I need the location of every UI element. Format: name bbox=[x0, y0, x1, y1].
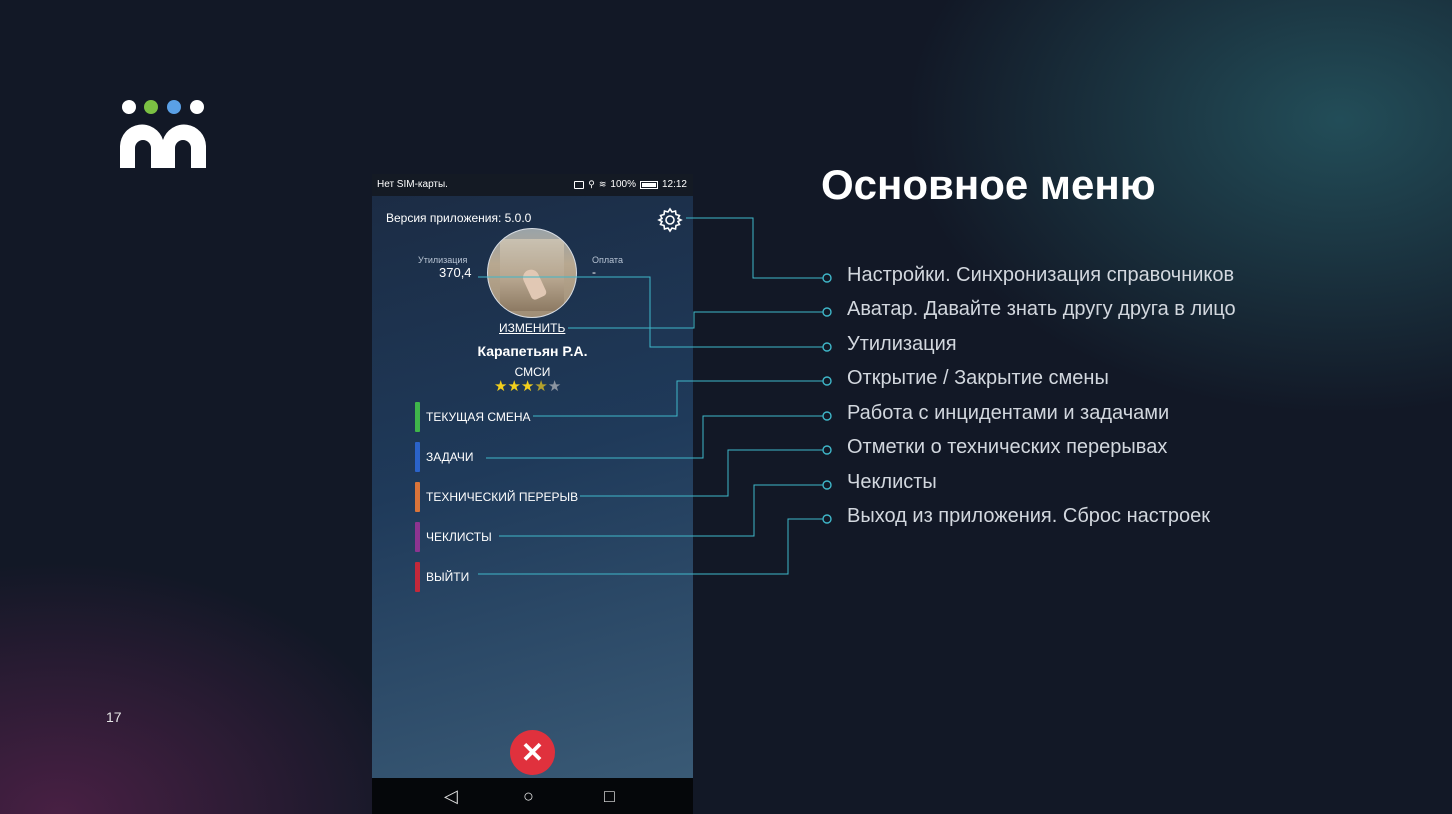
avatar[interactable] bbox=[487, 228, 577, 318]
menu-item-label: ТЕХНИЧЕСКИЙ ПЕРЕРЫВ bbox=[426, 490, 579, 504]
star-icon: ★ bbox=[547, 378, 562, 395]
menu-item-label: ТЕКУЩАЯ СМЕНА bbox=[426, 410, 531, 424]
wifi-icon: ≋ bbox=[598, 179, 607, 189]
change-avatar-link[interactable]: ИЗМЕНИТЬ bbox=[499, 321, 565, 335]
menu-item-current-shift[interactable]: ТЕКУЩАЯ СМЕНА bbox=[415, 402, 635, 432]
star-icon: ★ bbox=[494, 378, 508, 395]
android-navbar: ◁ ○ □ bbox=[372, 778, 693, 814]
status-bar: Нет SIM-карты. ⚲ ≋ 100% 12:12 bbox=[372, 174, 693, 196]
connector-dot bbox=[822, 445, 832, 455]
clock: 12:12 bbox=[661, 179, 687, 190]
callout-avatar: Аватар. Давайте знать другу друга в лицо bbox=[847, 298, 1236, 320]
user-name: Карапетьян Р.А. bbox=[477, 343, 588, 359]
logo-dot-3 bbox=[167, 100, 181, 114]
phone-screenshot: Нет SIM-карты. ⚲ ≋ 100% 12:12 Версия при… bbox=[372, 174, 693, 814]
callout-tech-break: Отметки о технических перерывах bbox=[847, 436, 1168, 458]
callout-settings: Настройки. Синхронизация справочников bbox=[847, 264, 1235, 286]
menu-color-bar bbox=[415, 442, 420, 472]
logo-dot-4 bbox=[190, 100, 204, 114]
menu-item-label: ЗАДАЧИ bbox=[426, 450, 474, 464]
company-logo bbox=[120, 100, 206, 168]
home-icon[interactable]: ○ bbox=[523, 787, 534, 805]
menu-color-bar bbox=[415, 522, 420, 552]
battery-percent: 100% bbox=[610, 179, 636, 190]
callout-shift: Открытие / Закрытие смены bbox=[847, 367, 1109, 389]
star-icon: ★ bbox=[520, 378, 535, 395]
logo-m-icon bbox=[120, 124, 206, 168]
callout-tasks: Работа с инцидентами и задачами bbox=[847, 402, 1170, 424]
rating-stars: ★★★★★ bbox=[494, 377, 561, 395]
payment-label: Оплата bbox=[592, 255, 623, 265]
connector-dot bbox=[822, 480, 832, 490]
callout-checklists: Чеклисты bbox=[847, 471, 937, 493]
connector-dot bbox=[822, 376, 832, 386]
connector-dot bbox=[822, 307, 832, 317]
payment-value: - bbox=[592, 265, 596, 279]
connector-dot bbox=[822, 514, 832, 524]
callout-connectors bbox=[478, 217, 832, 575]
menu-item-label: ЧЕКЛИСТЫ bbox=[426, 530, 492, 544]
connector-settings bbox=[686, 217, 823, 279]
menu-item-logout[interactable]: ВЫЙТИ bbox=[415, 562, 635, 592]
star-icon: ★ bbox=[534, 378, 548, 395]
app-version: Версия приложения: 5.0.0 bbox=[386, 211, 532, 225]
utilization-value: 370,4 bbox=[439, 265, 472, 280]
menu-color-bar bbox=[415, 482, 420, 512]
cast-icon bbox=[574, 180, 585, 189]
logo-dot-1 bbox=[122, 100, 136, 114]
close-button[interactable]: ✕ bbox=[510, 730, 555, 775]
location-icon: ⚲ bbox=[588, 179, 595, 189]
logo-dot-2 bbox=[144, 100, 158, 114]
battery-icon bbox=[639, 180, 658, 189]
recents-icon[interactable]: □ bbox=[604, 787, 615, 805]
connector-dot bbox=[822, 273, 832, 283]
menu-item-tasks[interactable]: ЗАДАЧИ bbox=[415, 442, 635, 472]
callout-logout: Выход из приложения. Сброс настроек bbox=[847, 505, 1211, 527]
star-icon: ★ bbox=[507, 378, 521, 395]
menu-item-label: ВЫЙТИ bbox=[426, 570, 470, 584]
status-icons: ⚲ ≋ 100% 12:12 bbox=[574, 179, 687, 190]
sim-status: Нет SIM-карты. bbox=[377, 179, 448, 190]
close-icon: ✕ bbox=[520, 737, 545, 768]
connector-dot bbox=[822, 411, 832, 421]
connector-dot bbox=[822, 342, 832, 352]
callout-utilization: Утилизация bbox=[847, 333, 957, 355]
page-number: 17 bbox=[106, 709, 122, 725]
settings-gear-icon[interactable] bbox=[656, 206, 684, 234]
slide-title: Основное меню bbox=[821, 161, 1156, 208]
menu-item-tech-break[interactable]: ТЕХНИЧЕСКИЙ ПЕРЕРЫВ bbox=[415, 482, 635, 512]
back-icon[interactable]: ◁ bbox=[444, 787, 458, 805]
menu-item-checklists[interactable]: ЧЕКЛИСТЫ bbox=[415, 522, 635, 552]
menu-color-bar bbox=[415, 562, 420, 592]
utilization-label: Утилизация bbox=[418, 255, 468, 265]
menu-color-bar bbox=[415, 402, 420, 432]
